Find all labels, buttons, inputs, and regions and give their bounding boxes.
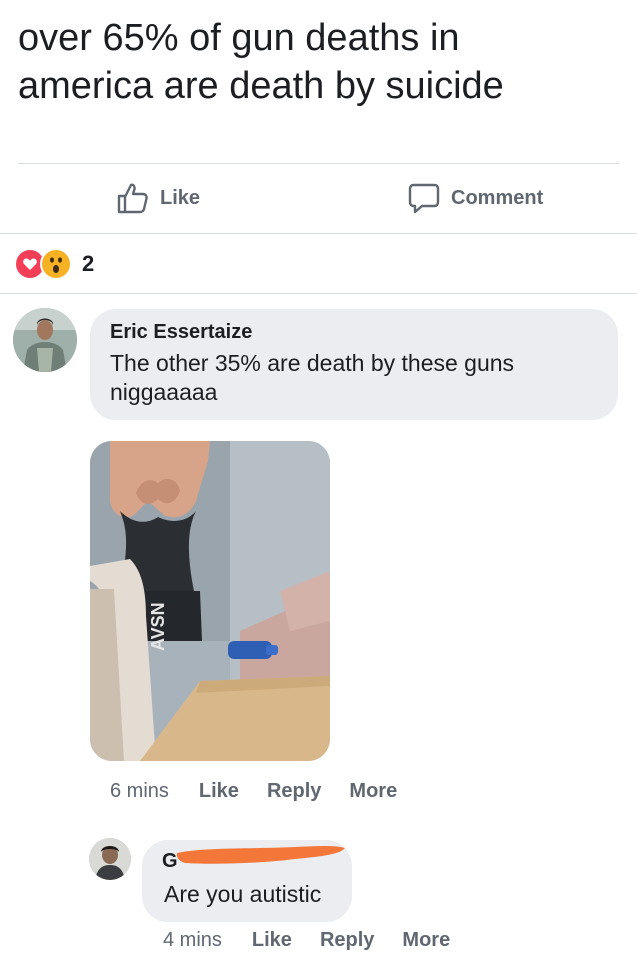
avatar[interactable] — [13, 308, 77, 372]
redaction-mark — [176, 846, 345, 864]
reply-time[interactable]: 4 mins — [163, 929, 222, 952]
post-text-line-1: over 65% of gun deaths in — [18, 17, 460, 59]
comment-photo[interactable]: AVSN — [90, 441, 330, 761]
post-text: over 65% of gun deaths in america are de… — [18, 14, 618, 110]
divider-actions — [0, 233, 637, 234]
comment-text-line-1: The other 35% are death by these guns — [110, 350, 515, 376]
comment-reply-link[interactable]: Reply — [267, 780, 321, 803]
comment-meta: 6 mins Like Reply More — [110, 780, 425, 803]
reaction-count: 2 — [82, 251, 95, 276]
divider-reactions — [0, 293, 637, 294]
shirt-text: AVSN — [148, 602, 168, 651]
like-button[interactable]: Like — [116, 178, 200, 218]
comment-like-link[interactable]: Like — [199, 780, 239, 803]
reply-meta: 4 mins Like Reply More — [163, 929, 478, 952]
comment-more-link[interactable]: More — [349, 780, 397, 803]
comment-text-line-2: niggaaaaa — [110, 379, 218, 405]
comment-button[interactable]: Comment — [407, 178, 543, 218]
wow-reaction-icon — [40, 248, 72, 280]
comment-bubble: Eric Essertaize The other 35% are death … — [90, 309, 618, 420]
divider-top — [18, 163, 619, 164]
post-text-line-2: america are death by suicide — [18, 65, 504, 107]
reply-text: Are you autistic — [164, 881, 322, 907]
reactions-summary[interactable]: 2 — [14, 248, 94, 280]
reply-avatar[interactable] — [89, 838, 131, 880]
like-label: Like — [160, 186, 201, 209]
comment-text: The other 35% are death by these guns ni… — [110, 349, 514, 407]
thumbs-up-icon — [117, 183, 148, 214]
comment-time[interactable]: 6 mins — [110, 780, 169, 803]
comment-label: Comment — [451, 186, 544, 209]
reply-like-link[interactable]: Like — [252, 929, 292, 952]
comment-icon — [408, 183, 440, 214]
comment-author[interactable]: Eric Essertaize — [110, 321, 252, 344]
reply-more-link[interactable]: More — [402, 929, 450, 952]
reply-reply-link[interactable]: Reply — [320, 929, 374, 952]
